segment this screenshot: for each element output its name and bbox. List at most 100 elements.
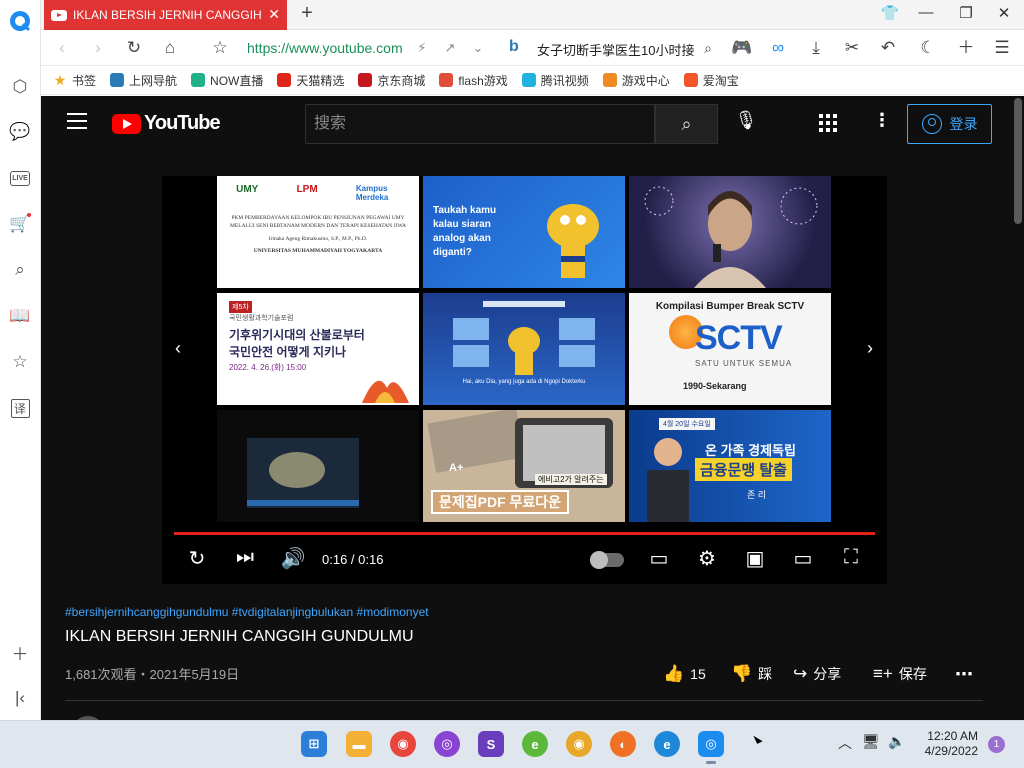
translate-icon[interactable]: 译 xyxy=(8,396,32,420)
ie-browser-icon[interactable]: e xyxy=(654,731,680,757)
file-explorer-icon[interactable]: ▬ xyxy=(346,731,372,757)
suggested-video-9[interactable]: 4월 20일 수요일 온 가족 경제독립 금융문맹 탈출 존 리 xyxy=(629,410,831,522)
network-icon[interactable]: 🖥 xyxy=(862,733,880,750)
home-button[interactable]: ⌂ xyxy=(159,37,181,59)
add-icon[interactable]: ＋ xyxy=(8,640,32,664)
green-browser-icon[interactable]: e xyxy=(522,731,548,757)
restore-button[interactable]: ❐ xyxy=(955,4,977,22)
apps-grid-icon[interactable] xyxy=(819,114,837,132)
replay-icon[interactable]: ↻ xyxy=(184,546,210,571)
autoplay-toggle[interactable] xyxy=(590,551,624,569)
volume-icon[interactable]: 🔊 xyxy=(280,546,306,571)
youtube-search-button[interactable]: ⌕ xyxy=(655,104,718,144)
login-button[interactable]: 登录 xyxy=(907,104,992,144)
search-icon[interactable]: ⌕ xyxy=(697,37,719,59)
address-bar[interactable]: https://www.youtube.com xyxy=(247,40,402,56)
bookmark-item[interactable]: 天猫精选 xyxy=(277,72,344,89)
microphone-icon[interactable]: 🎙 xyxy=(734,110,758,131)
new-tab-button[interactable]: + xyxy=(296,2,318,25)
bookmarks-bar: ★ 书签 上网导航 NOW直播 天猫精选 京东商城 flash游戏 腾讯视频 游戏中心 爱淘宝 xyxy=(41,66,1024,95)
suggested-video-3[interactable] xyxy=(629,176,831,288)
share-icon[interactable]: ↗ xyxy=(439,37,461,59)
firefox-icon[interactable]: ◐ xyxy=(610,731,636,757)
share-button[interactable]: ↪ 分享 xyxy=(793,664,841,684)
fullscreen-icon[interactable]: ⛶ xyxy=(838,546,864,569)
collapse-rail-icon[interactable]: |‹ xyxy=(8,686,32,710)
undo-icon[interactable]: ↶ xyxy=(877,37,899,59)
miniplayer-icon[interactable]: ▣ xyxy=(742,546,768,571)
game-controller-icon[interactable]: 🎮 xyxy=(731,37,753,59)
bookmark-item[interactable]: 游戏中心 xyxy=(602,72,670,89)
colorful-browser-icon[interactable]: ◎ xyxy=(434,731,460,757)
subtitles-icon[interactable]: ▭ xyxy=(646,546,672,571)
progress-bar[interactable] xyxy=(174,532,875,535)
volume-tray-icon[interactable]: 🔈 xyxy=(888,733,905,750)
theater-mode-icon[interactable]: ▭ xyxy=(790,546,816,571)
favorites-star-icon[interactable]: ☆ xyxy=(8,350,32,374)
system-clock[interactable]: 12:20 AM 4/29/2022 xyxy=(920,729,978,759)
video-player[interactable]: ‹ › UMY LPM Kampus Merdeka PKM PEMBERDAY… xyxy=(162,176,887,584)
scissors-icon[interactable]: ✂ xyxy=(841,37,863,59)
search-icon[interactable]: ⌕ xyxy=(8,258,32,282)
chromium-icon[interactable]: ◉ xyxy=(566,731,592,757)
chevron-down-icon[interactable]: ⌄ xyxy=(467,37,489,59)
hamburger-menu-icon[interactable] xyxy=(67,113,87,129)
back-button[interactable]: ‹ xyxy=(51,37,73,59)
like-button[interactable]: 👍 15 xyxy=(663,664,706,684)
bookmark-item[interactable]: NOW直播 xyxy=(191,72,263,89)
suggested-video-5[interactable]: Hai, aku Dia, yang juga ada di Ngopi Dok… xyxy=(423,293,625,405)
save-button[interactable]: ≡+ 保存 xyxy=(873,664,927,684)
live-icon[interactable]: LIVE xyxy=(8,166,32,190)
extensions-icon[interactable]: ⬡ xyxy=(8,75,32,99)
shirt-skin-icon[interactable]: 👕 xyxy=(879,4,901,22)
bookmark-item[interactable]: 京东商城 xyxy=(358,72,425,89)
tray-chevron-up-icon[interactable]: ︿ xyxy=(838,733,852,753)
tab-close-icon[interactable]: ✕ xyxy=(268,6,280,23)
bookmark-item[interactable]: ★ 书签 xyxy=(53,72,96,89)
next-video-icon[interactable]: ⏭ xyxy=(232,546,258,569)
browser-logo-icon[interactable] xyxy=(8,9,32,33)
bookmark-item[interactable]: 上网导航 xyxy=(110,72,177,89)
bookmark-item[interactable]: 腾讯视频 xyxy=(521,72,589,89)
download-icon[interactable]: ⤓ xyxy=(805,37,827,59)
more-actions-icon[interactable]: ⋯ xyxy=(955,664,973,685)
close-window-button[interactable]: ✕ xyxy=(993,4,1015,22)
night-mode-icon[interactable]: ☾ xyxy=(917,37,939,59)
forward-button[interactable]: › xyxy=(87,37,109,59)
suggested-video-4[interactable]: 제5차 국민생활과학기술포럼 기후위기시대의 산불로부터 국민안전 어떻게 지키… xyxy=(217,293,419,405)
bookmark-item[interactable]: 爱淘宝 xyxy=(683,72,739,89)
page-scrollbar[interactable] xyxy=(1014,98,1022,224)
youtube-search-input[interactable]: 搜索 xyxy=(305,104,655,144)
bookmark-star-icon[interactable]: ☆ xyxy=(209,37,231,59)
shopping-cart-icon[interactable]: 🛒 xyxy=(8,212,32,236)
settings-gear-icon[interactable]: ⚙ xyxy=(694,546,720,571)
youtube-logo[interactable]: YouTube xyxy=(112,112,221,135)
suggested-video-7[interactable] xyxy=(217,410,419,522)
bookmark-item[interactable]: flash游戏 xyxy=(439,72,508,89)
chrome-icon[interactable]: ◉ xyxy=(390,731,416,757)
menu-icon[interactable]: ☰ xyxy=(991,37,1013,59)
add-icon[interactable]: ＋ xyxy=(955,37,977,59)
qq-browser-icon[interactable]: ◎ xyxy=(698,731,724,764)
hashtags[interactable]: #bersihjernihcanggihgundulmu #tvdigitala… xyxy=(65,605,429,619)
app-s-icon[interactable]: S xyxy=(478,731,504,757)
windows-taskbar: ⊞ ▬ ◉ ◎ S e ◉ ◐ e ◎ ︿ 🖥 🔈 12:20 AM 4/29/… xyxy=(0,720,1024,768)
chat-icon[interactable]: 💬 xyxy=(8,120,32,144)
suggested-video-6[interactable]: Kompilasi Bumper Break SCTV SCTV SATU UN… xyxy=(629,293,831,405)
more-options-icon[interactable]: ⋮ xyxy=(873,110,891,131)
suggested-video-2[interactable]: Taukah kamu kalau siaran analog akan dig… xyxy=(423,176,625,288)
bing-icon[interactable]: b xyxy=(509,38,519,56)
suggested-video-1[interactable]: UMY LPM Kampus Merdeka PKM PEMBERDAYAAN … xyxy=(217,176,419,288)
notification-badge[interactable]: 1 xyxy=(988,736,1005,753)
previous-arrow-icon[interactable]: ‹ xyxy=(168,338,188,359)
reload-button[interactable]: ↻ xyxy=(123,37,145,59)
tab-youtube[interactable]: IKLAN BERSIH JERNIH CANGGIH GU ✕ xyxy=(44,0,287,30)
next-arrow-icon[interactable]: › xyxy=(860,338,880,359)
fast-mode-icon[interactable]: ⚡ xyxy=(411,37,433,59)
start-menu-icon[interactable]: ⊞ xyxy=(301,731,327,757)
minimize-button[interactable]: — xyxy=(915,4,937,21)
infinity-icon[interactable]: ∞ xyxy=(767,37,789,59)
dislike-button[interactable]: 👎 踩 xyxy=(731,664,772,684)
reader-icon[interactable]: 📖 xyxy=(8,304,32,328)
suggested-video-8[interactable]: A+ 에비고2가 알려주는 문제집PDF 무료다운 xyxy=(423,410,625,522)
